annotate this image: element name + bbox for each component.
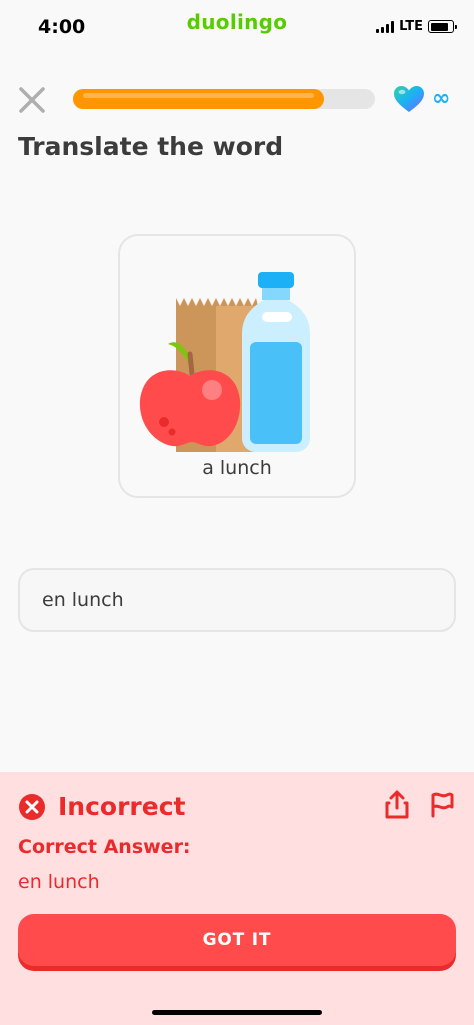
signal-icon bbox=[376, 20, 395, 33]
network-label: LTE bbox=[399, 19, 423, 34]
close-icon[interactable] bbox=[16, 84, 48, 116]
x-circle-icon bbox=[19, 793, 45, 820]
infinity-icon: ∞ bbox=[432, 86, 451, 111]
progress-fill bbox=[73, 89, 324, 109]
home-indicator[interactable] bbox=[152, 1010, 322, 1015]
word-card: a lunch bbox=[118, 234, 356, 498]
share-icon[interactable] bbox=[383, 790, 411, 820]
lunch-illustration bbox=[139, 272, 310, 452]
status-indicators: LTE bbox=[376, 19, 457, 34]
feedback-panel: Incorrect Correct Answer: en lunch GOT I… bbox=[0, 772, 474, 1025]
battery-icon bbox=[428, 20, 457, 33]
status-bar: 4:00 duolingo LTE bbox=[0, 0, 474, 56]
correct-answer-text: en lunch bbox=[18, 871, 100, 893]
answer-input[interactable]: en lunch bbox=[18, 568, 456, 632]
progress-bar bbox=[73, 89, 375, 109]
lesson-header: ∞ bbox=[0, 80, 474, 120]
correct-answer-label: Correct Answer: bbox=[18, 836, 191, 858]
flag-icon[interactable] bbox=[428, 790, 456, 818]
got-it-button[interactable]: GOT IT bbox=[18, 914, 456, 966]
heart-icon[interactable] bbox=[392, 84, 426, 114]
card-word: a lunch bbox=[202, 457, 272, 479]
feedback-title: Incorrect bbox=[58, 792, 186, 821]
page-title: Translate the word bbox=[18, 132, 284, 161]
feedback-header: Incorrect bbox=[18, 792, 185, 821]
